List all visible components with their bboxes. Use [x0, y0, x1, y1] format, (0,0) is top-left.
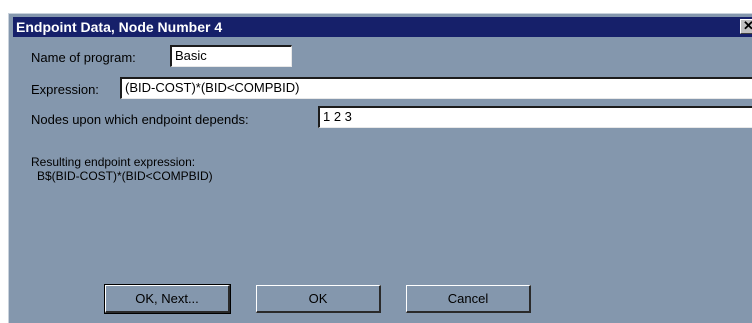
window-title: Endpoint Data, Node Number 4: [16, 19, 223, 35]
resulting-expression-label: Resulting endpoint expression:: [31, 155, 196, 169]
cancel-button[interactable]: Cancel: [406, 285, 531, 313]
nodes-input[interactable]: 1 2 3: [318, 106, 752, 128]
ok-next-button[interactable]: OK, Next...: [104, 284, 231, 314]
resulting-expression-value: B$(BID-COST)*(BID<COMPBID): [37, 169, 213, 183]
expression-label: Expression:: [31, 82, 99, 97]
ok-button[interactable]: OK: [256, 285, 381, 313]
close-icon[interactable]: ✕: [740, 19, 752, 34]
program-name-label: Name of program:: [31, 50, 136, 65]
title-bar[interactable]: Endpoint Data, Node Number 4 ✕: [13, 17, 752, 37]
endpoint-data-dialog: Endpoint Data, Node Number 4 ✕ Name of p…: [8, 13, 752, 323]
nodes-label: Nodes upon which endpoint depends:: [31, 112, 249, 127]
program-name-input[interactable]: Basic: [170, 45, 292, 67]
expression-input[interactable]: (BID-COST)*(BID<COMPBID): [120, 77, 752, 99]
